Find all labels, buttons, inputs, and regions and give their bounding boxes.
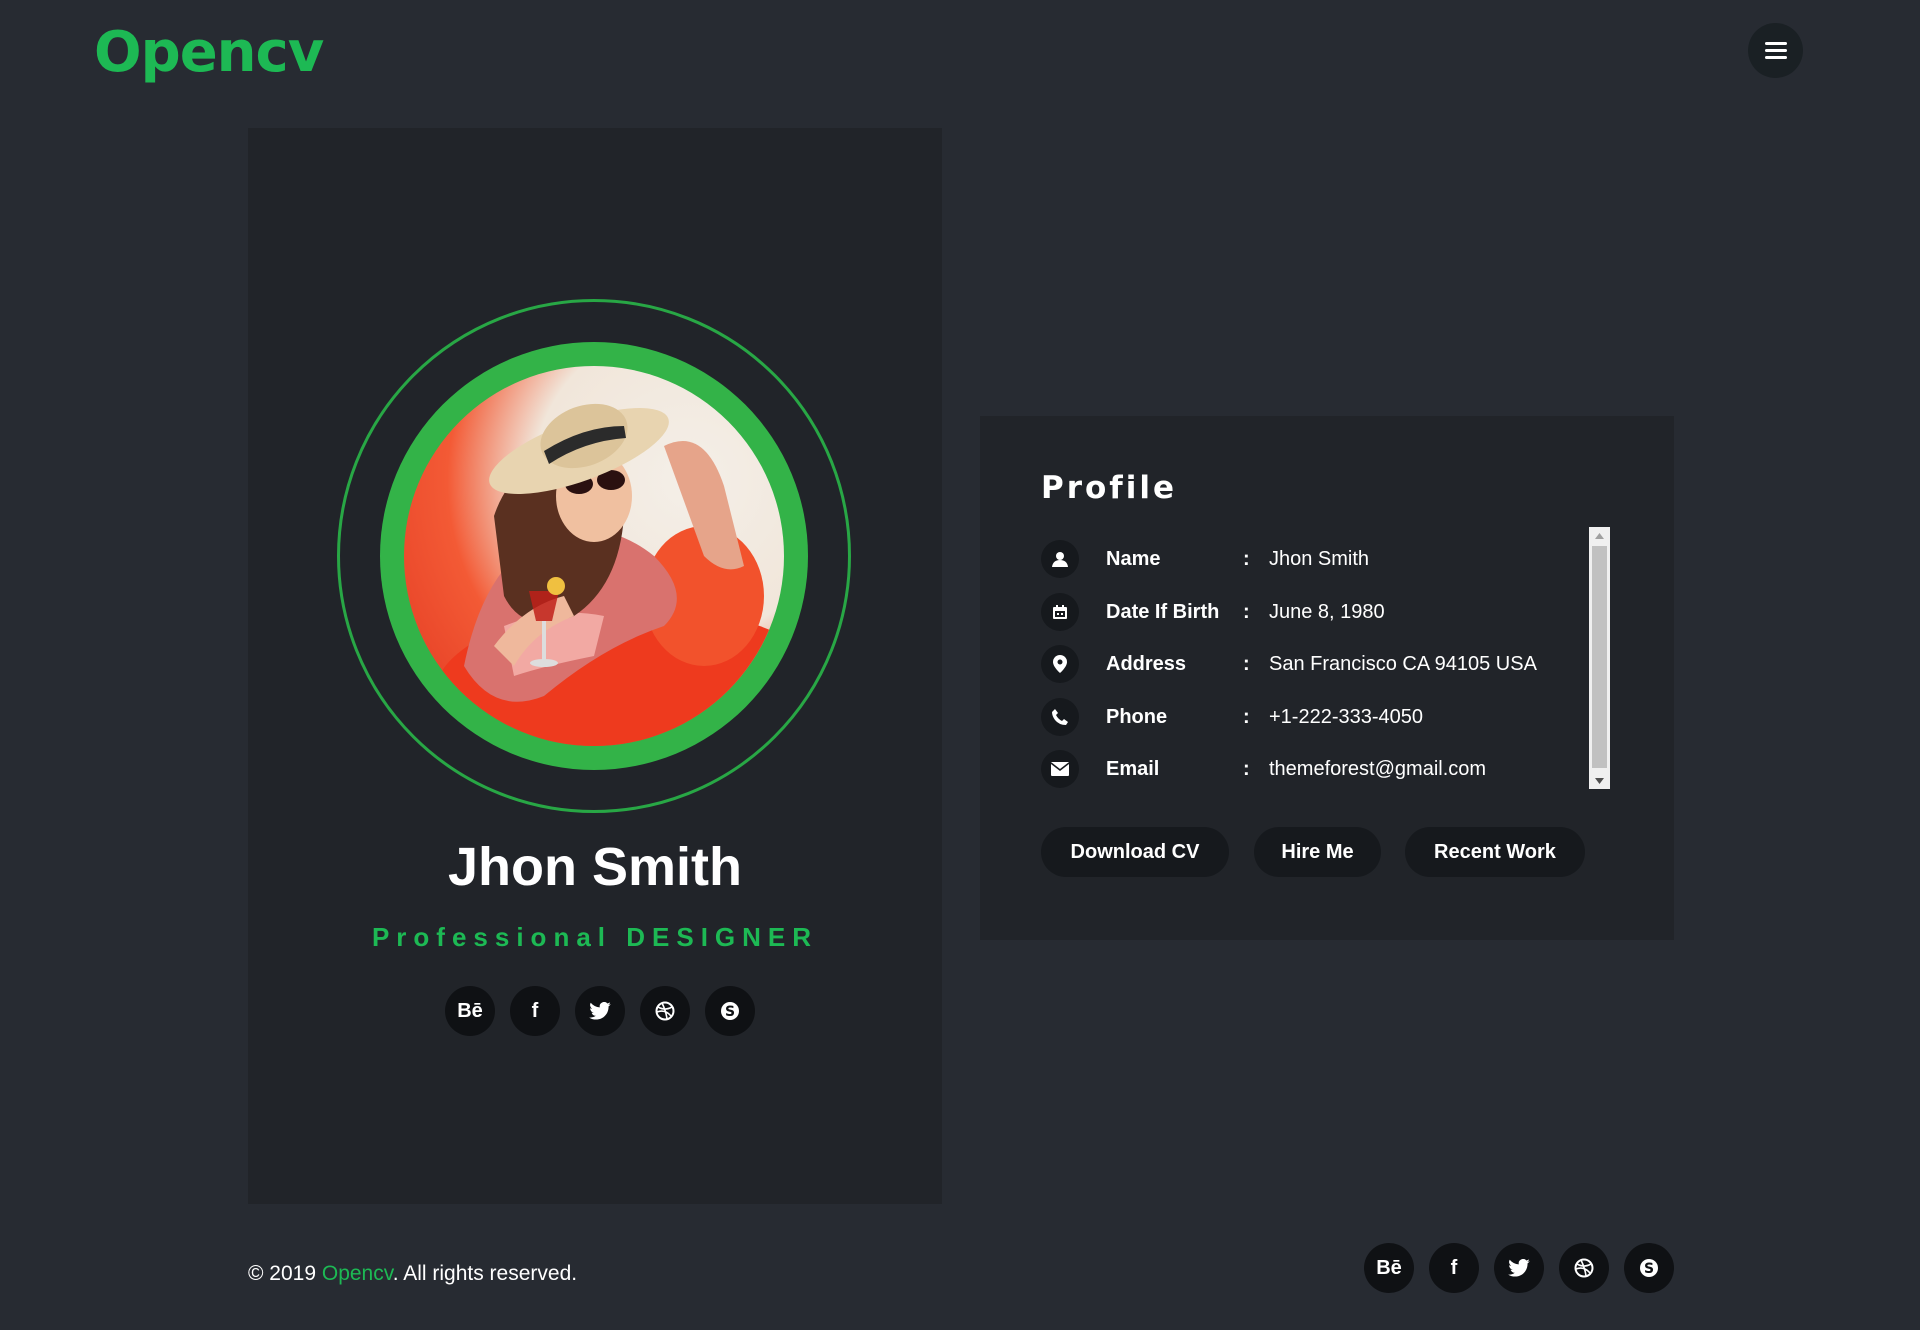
skype-icon[interactable]: S: [705, 986, 755, 1036]
info-value: San Francisco CA 94105 USA: [1269, 652, 1537, 675]
info-label: Date If Birth: [1106, 600, 1220, 623]
user-icon: [1041, 540, 1079, 578]
map-pin-icon: [1041, 645, 1079, 683]
profile-name-heading: Jhon Smith: [448, 837, 742, 897]
info-row-name: Name : Jhon Smith: [1041, 539, 1369, 579]
profile-info-title: Profile: [1041, 470, 1178, 506]
info-value: +1-222-333-4050: [1269, 705, 1424, 728]
footer-brand-link[interactable]: Opencv: [322, 1262, 393, 1285]
phone-icon: [1041, 698, 1079, 736]
card-social-links: Bē f S: [445, 986, 755, 1036]
calendar-icon: [1041, 593, 1079, 631]
info-label: Email: [1106, 757, 1160, 780]
dribbble-icon[interactable]: [640, 986, 690, 1036]
info-label: Name: [1106, 547, 1161, 570]
footer-copyright: © 2019 Opencv. All rights reserved.: [248, 1262, 578, 1285]
menu-button[interactable]: [1748, 23, 1803, 78]
profile-role: Professional DESIGNER: [371, 922, 819, 952]
scroll-up-arrow-icon[interactable]: [1589, 527, 1610, 544]
info-value: Jhon Smith: [1269, 547, 1370, 570]
info-value: themeforest@gmail.com: [1269, 757, 1487, 780]
twitter-icon[interactable]: [1494, 1243, 1544, 1293]
info-value: June 8, 1980: [1269, 600, 1385, 623]
dribbble-icon[interactable]: [1559, 1243, 1609, 1293]
scroll-down-arrow-icon[interactable]: [1589, 772, 1610, 789]
info-row-dob: Date If Birth : June 8, 1980: [1041, 592, 1385, 632]
avatar-photo: [404, 366, 784, 746]
site-logo[interactable]: Opencv: [94, 20, 324, 85]
info-label: Address: [1106, 652, 1187, 675]
svg-text:S: S: [1644, 1261, 1654, 1277]
hamburger-menu-icon: [1764, 42, 1787, 59]
info-row-address: Address : San Francisco CA 94105 USA: [1041, 644, 1537, 684]
envelope-icon: [1041, 750, 1079, 788]
info-row-phone: Phone : +1-222-333-4050: [1041, 697, 1423, 737]
facebook-icon[interactable]: f: [510, 986, 560, 1036]
scrollbar-thumb[interactable]: [1592, 546, 1607, 768]
recent-work-button[interactable]: Recent Work: [1405, 827, 1585, 877]
behance-icon[interactable]: Bē: [445, 986, 495, 1036]
profile-scrollbar[interactable]: [1589, 527, 1610, 789]
info-row-email: Email : themeforest@gmail.com: [1041, 749, 1486, 789]
facebook-icon[interactable]: f: [1429, 1243, 1479, 1293]
skype-icon[interactable]: S: [1624, 1243, 1674, 1293]
info-label: Phone: [1106, 705, 1168, 728]
download-cv-button[interactable]: Download CV: [1041, 827, 1229, 877]
hire-me-button[interactable]: Hire Me: [1254, 827, 1381, 877]
footer-social-links: Bē f S: [1364, 1243, 1674, 1293]
svg-text:S: S: [725, 1004, 735, 1020]
twitter-icon[interactable]: [575, 986, 625, 1036]
behance-icon[interactable]: Bē: [1364, 1243, 1414, 1293]
